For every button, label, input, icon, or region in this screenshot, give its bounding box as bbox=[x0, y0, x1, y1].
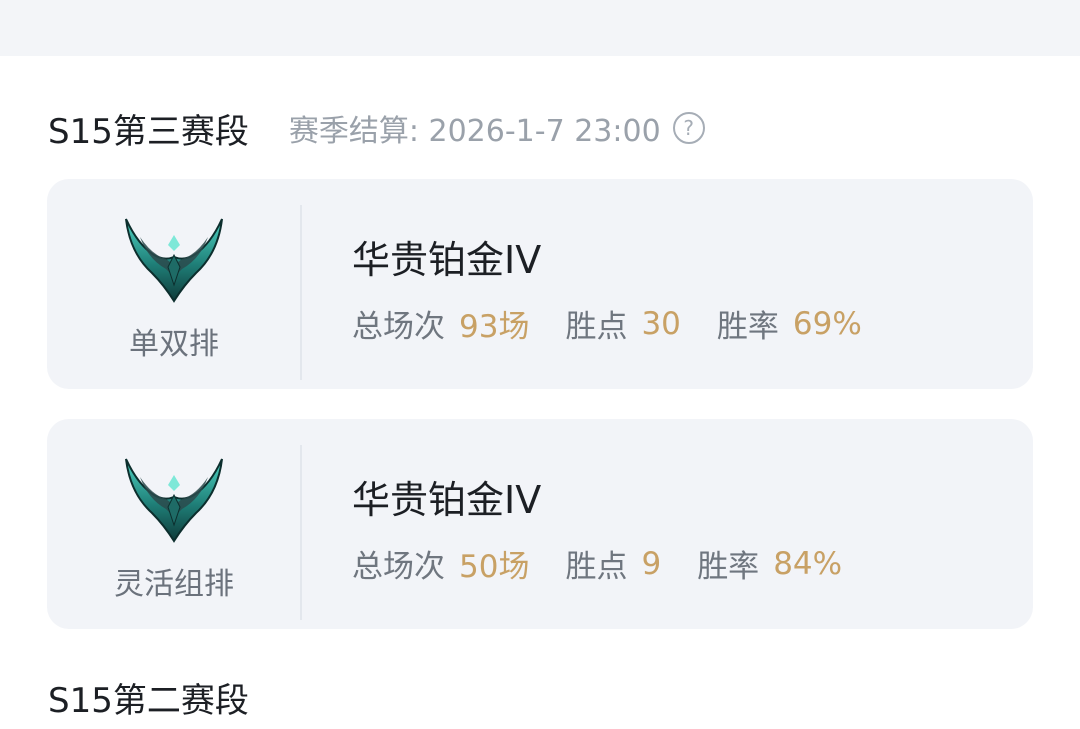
season-title: S15第三赛段 bbox=[48, 111, 249, 152]
divider bbox=[300, 205, 302, 380]
platinum-emblem-icon bbox=[125, 458, 223, 543]
stat-value: 69% bbox=[792, 305, 862, 342]
stat-value: 30 bbox=[641, 305, 681, 342]
queue-label: 灵活组排 bbox=[114, 567, 234, 602]
queue-label: 单双排 bbox=[129, 327, 219, 362]
question-circle-icon[interactable]: ? bbox=[672, 112, 705, 144]
stat-value: 9 bbox=[641, 545, 662, 582]
stat-league-points: 胜点 9 bbox=[565, 541, 661, 586]
stat-label: 胜点 bbox=[565, 549, 628, 585]
rank-badge: 单双排 bbox=[47, 179, 301, 389]
settlement-info: 赛季结算: 2026-1-7 23:00 ? bbox=[289, 106, 705, 150]
divider bbox=[300, 445, 302, 620]
stat-win-rate: 胜率 69% bbox=[717, 301, 862, 346]
stat-value: 84% bbox=[773, 545, 843, 582]
stat-label: 胜率 bbox=[697, 549, 760, 585]
top-band bbox=[0, 0, 1080, 56]
season-header: S15第三赛段 赛季结算: 2026-1-7 23:00 ? bbox=[48, 106, 705, 152]
season-header: S15第二赛段 bbox=[48, 677, 249, 721]
stats-row: 总场次 50场 胜点 9 胜率 84% bbox=[352, 541, 878, 586]
stat-total-games: 总场次 50场 bbox=[352, 541, 529, 586]
stat-value: 93场 bbox=[459, 309, 530, 345]
stat-value: 50场 bbox=[459, 549, 530, 585]
tier-name: 华贵铂金IV bbox=[352, 238, 542, 282]
rank-card-flex[interactable]: 灵活组排 华贵铂金IV 总场次 50场 胜点 9 胜率 84% bbox=[47, 419, 1033, 629]
tier-name: 华贵铂金IV bbox=[352, 478, 542, 522]
stat-win-rate: 胜率 84% bbox=[697, 541, 842, 586]
stat-label: 胜点 bbox=[565, 309, 628, 345]
stat-total-games: 总场次 93场 bbox=[352, 301, 529, 346]
season-title: S15第二赛段 bbox=[48, 680, 249, 721]
rank-badge: 灵活组排 bbox=[47, 419, 301, 629]
stat-league-points: 胜点 30 bbox=[565, 301, 680, 346]
stat-label: 总场次 bbox=[352, 549, 445, 585]
stat-label: 胜率 bbox=[716, 309, 779, 345]
stats-row: 总场次 93场 胜点 30 胜率 69% bbox=[352, 301, 898, 346]
platinum-emblem-icon bbox=[125, 218, 223, 303]
settlement-text: 赛季结算: 2026-1-7 23:00 bbox=[288, 114, 661, 149]
stat-label: 总场次 bbox=[352, 309, 445, 345]
rank-card-solo-duo[interactable]: 单双排 华贵铂金IV 总场次 93场 胜点 30 胜率 69% bbox=[47, 179, 1033, 389]
